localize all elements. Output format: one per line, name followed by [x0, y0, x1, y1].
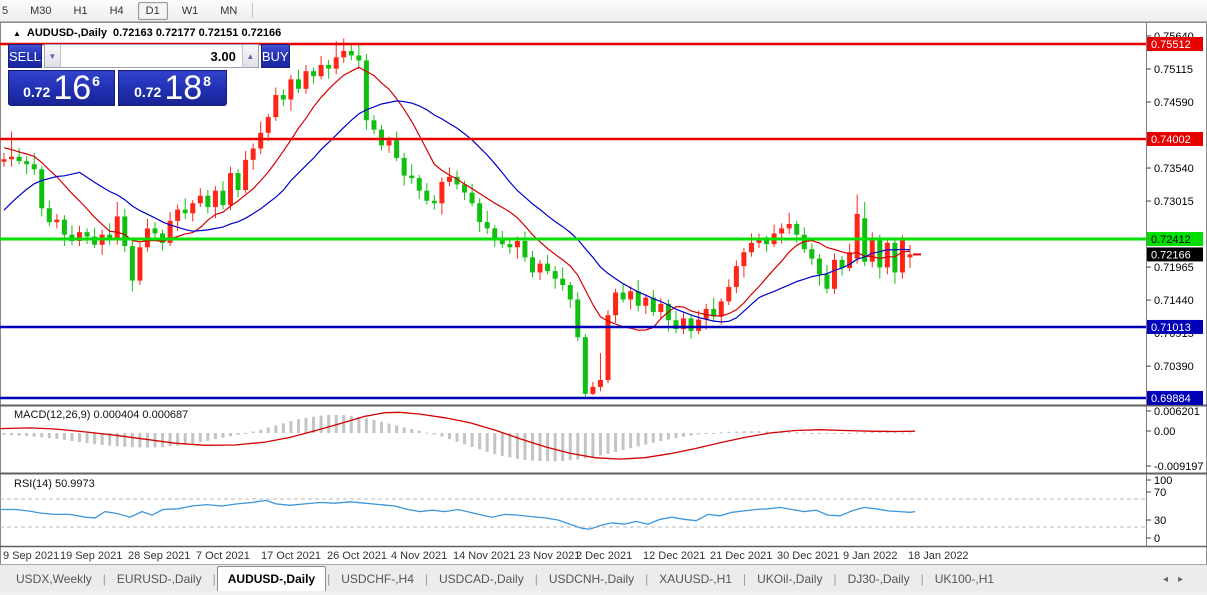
- sell-button[interactable]: SELL: [8, 44, 42, 68]
- svg-text:0.72166: 0.72166: [1151, 249, 1191, 261]
- svg-text:70: 70: [1154, 487, 1166, 499]
- svg-text:18 Jan 2022: 18 Jan 2022: [908, 550, 969, 562]
- collapse-triangle-icon[interactable]: ▲: [13, 29, 21, 38]
- svg-text:9 Sep 2021: 9 Sep 2021: [3, 550, 59, 562]
- svg-text:0.71965: 0.71965: [1154, 262, 1194, 274]
- svg-text:30 Dec 2021: 30 Dec 2021: [777, 550, 839, 562]
- svg-text:0.69884: 0.69884: [1151, 393, 1191, 405]
- svg-text:14 Nov 2021: 14 Nov 2021: [453, 550, 515, 562]
- chart-tab-uk100-h1[interactable]: UK100-,H1: [925, 568, 1004, 591]
- svg-text:0.73015: 0.73015: [1154, 196, 1194, 208]
- svg-text:100: 100: [1154, 475, 1172, 487]
- sell-price-big: 16: [53, 69, 92, 107]
- buy-price-big: 18: [164, 69, 203, 107]
- svg-text:23 Nov 2021: 23 Nov 2021: [518, 550, 580, 562]
- buy-price-superscript: 8: [203, 73, 211, 89]
- svg-text:0: 0: [1154, 533, 1160, 545]
- svg-text:2 Dec 2021: 2 Dec 2021: [576, 550, 632, 562]
- application-window: 0.75640 0.75115 0.74590 0.73540 0.73015 0.719…: [0, 0, 1207, 595]
- chart-tab-xauusd-h1[interactable]: XAUUSD-,H1: [649, 568, 742, 591]
- timeframe-button-h4[interactable]: H4: [102, 2, 132, 20]
- chart-tab-ukoil-daily[interactable]: UKOil-,Daily: [747, 568, 832, 591]
- buy-price-prefix: 0.72: [134, 84, 162, 100]
- timeframe-button-5[interactable]: 5: [1, 2, 16, 20]
- svg-text:0.72412: 0.72412: [1151, 234, 1191, 246]
- buy-price-tile[interactable]: 0.72 18 8: [118, 70, 227, 106]
- svg-text:0.70390: 0.70390: [1154, 361, 1194, 373]
- volume-input[interactable]: [60, 45, 242, 67]
- chart-tab-usdcnh-daily[interactable]: USDCNH-,Daily: [539, 568, 644, 591]
- svg-text:19 Sep 2021: 19 Sep 2021: [60, 550, 122, 562]
- volume-decrease-icon[interactable]: ▼: [44, 45, 61, 67]
- chart-tab-eurusd-daily[interactable]: EURUSD-,Daily: [107, 568, 212, 591]
- chart-tab-bar: USDX,Weekly | EURUSD-,Daily | AUDUSD-,Daily |…: [0, 564, 1207, 591]
- chart-tab-dj30-daily[interactable]: DJ30-,Daily: [838, 568, 920, 591]
- chart-tab-usdchf-h4[interactable]: USDCHF-,H4: [331, 568, 424, 591]
- toolbar-separator: [252, 3, 254, 18]
- sell-price-tile[interactable]: 0.72 16 6: [8, 70, 115, 106]
- svg-text:0.006201: 0.006201: [1154, 406, 1200, 418]
- one-click-trade-panel: SELL ▼ ▲ BUY 0.72 16 6 0.72 18 8: [8, 44, 290, 106]
- chart-window-title: ▲ AUDUSD-,Daily 0.72163 0.72177 0.72151 …: [13, 27, 281, 39]
- chart-symbol-label: AUDUSD-,Daily: [26, 27, 107, 39]
- svg-text:30: 30: [1154, 515, 1166, 527]
- svg-text:0.71440: 0.71440: [1154, 295, 1194, 307]
- timeframe-toolbar: 5 M30 H1 H4 D1 W1 MN: [0, 0, 1207, 22]
- sell-price-prefix: 0.72: [23, 84, 51, 100]
- svg-text:0.74590: 0.74590: [1154, 97, 1194, 109]
- svg-text:4 Nov 2021: 4 Nov 2021: [391, 550, 447, 562]
- volume-increase-icon[interactable]: ▲: [241, 45, 258, 67]
- macd-indicator-label: MACD(12,26,9) 0.000404 0.000687: [14, 409, 189, 421]
- timeframe-button-mn[interactable]: MN: [212, 2, 245, 20]
- svg-text:17 Oct 2021: 17 Oct 2021: [261, 550, 321, 562]
- svg-text:9 Jan 2022: 9 Jan 2022: [843, 550, 897, 562]
- svg-text:12 Dec 2021: 12 Dec 2021: [643, 550, 705, 562]
- chart-tab-usdx-weekly[interactable]: USDX,Weekly: [6, 568, 102, 591]
- svg-text:0.71013: 0.71013: [1151, 322, 1191, 334]
- rsi-indicator-label: RSI(14) 50.9973: [14, 478, 95, 490]
- svg-text:7 Oct 2021: 7 Oct 2021: [196, 550, 250, 562]
- svg-text:0.74002: 0.74002: [1151, 134, 1191, 146]
- svg-text:-0.009197: -0.009197: [1154, 461, 1204, 473]
- svg-text:26 Oct 2021: 26 Oct 2021: [327, 550, 387, 562]
- svg-text:0.75512: 0.75512: [1151, 39, 1191, 51]
- buy-button[interactable]: BUY: [260, 44, 290, 68]
- timeframe-button-m30[interactable]: M30: [22, 2, 59, 20]
- tab-scroll-arrows[interactable]: ◂▸: [1163, 574, 1193, 591]
- svg-text:0.00: 0.00: [1154, 426, 1175, 438]
- sell-price-superscript: 6: [92, 73, 100, 89]
- svg-text:0.73540: 0.73540: [1154, 163, 1194, 175]
- timeframe-button-w1[interactable]: W1: [174, 2, 207, 20]
- svg-text:0.75115: 0.75115: [1154, 64, 1193, 76]
- svg-text:21 Dec 2021: 21 Dec 2021: [710, 550, 772, 562]
- timeframe-button-h1[interactable]: H1: [66, 2, 96, 20]
- svg-text:28 Sep 2021: 28 Sep 2021: [128, 550, 190, 562]
- chart-tab-audusd-daily[interactable]: AUDUSD-,Daily: [216, 566, 327, 591]
- chart-ohlc-values: 0.72163 0.72177 0.72151 0.72166: [113, 27, 282, 39]
- tab-separator: |: [212, 572, 216, 586]
- timeframe-button-d1[interactable]: D1: [137, 1, 168, 20]
- chart-tab-usdcad-daily[interactable]: USDCAD-,Daily: [429, 568, 534, 591]
- volume-spinner: ▼ ▲: [43, 44, 259, 68]
